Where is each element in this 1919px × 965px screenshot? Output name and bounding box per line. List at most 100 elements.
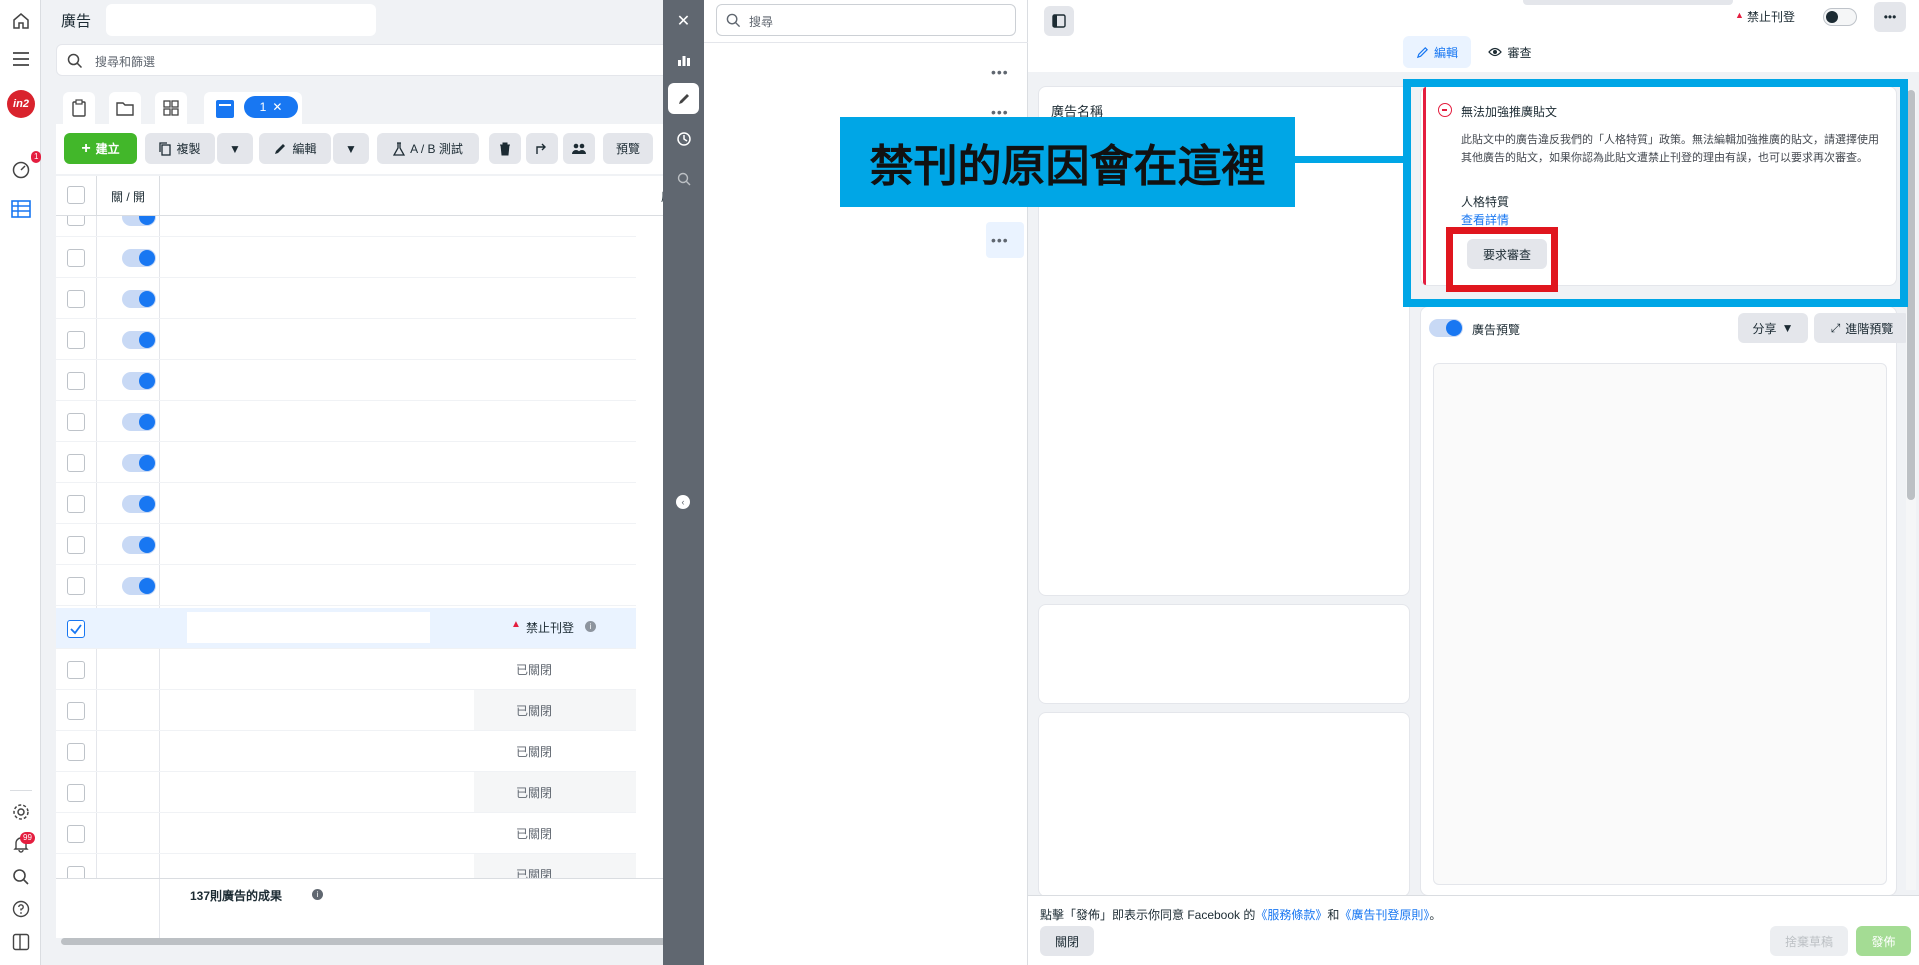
more-options-icon[interactable]: ••• — [991, 232, 1009, 248]
ad-toggle[interactable] — [122, 577, 156, 595]
help-icon[interactable] — [10, 898, 32, 920]
row-checkbox[interactable] — [67, 661, 85, 679]
collapse-panel-button[interactable]: ‹ — [673, 492, 693, 512]
ab-test-button[interactable]: A / B 測試 — [377, 133, 479, 164]
audience-button[interactable] — [563, 133, 595, 164]
row-checkbox[interactable] — [67, 413, 85, 431]
terms-of-service-link[interactable]: 《服務條款》 — [1255, 908, 1327, 922]
create-button[interactable]: + 建立 — [64, 133, 137, 164]
close-button[interactable]: 關閉 — [1040, 926, 1094, 956]
ad-toggle[interactable] — [122, 495, 156, 513]
ad-toggle[interactable] — [122, 413, 156, 431]
select-all-checkbox[interactable] — [67, 186, 85, 204]
ad-policies-link[interactable]: 《廣告刊登原則》 — [1339, 908, 1429, 922]
row-checkbox[interactable] — [67, 331, 85, 349]
horizontal-scrollbar[interactable] — [61, 938, 663, 945]
search-zoom-icon[interactable] — [668, 163, 699, 194]
search-icon[interactable] — [10, 866, 32, 888]
row-checkbox[interactable] — [67, 536, 85, 554]
account-selector[interactable] — [106, 4, 376, 36]
more-actions-button[interactable]: ••• — [1874, 2, 1906, 32]
menu-icon[interactable] — [10, 48, 32, 70]
home-icon[interactable] — [10, 10, 32, 32]
table-row[interactable] — [56, 278, 636, 319]
ad-name-cell[interactable] — [187, 612, 430, 643]
row-checkbox[interactable] — [67, 577, 85, 595]
table-row[interactable] — [56, 442, 636, 483]
table-row[interactable] — [56, 483, 636, 524]
toggle-sidebar-button[interactable] — [1044, 6, 1074, 36]
tree-search-input[interactable]: 搜尋 — [716, 4, 1016, 36]
preview-button[interactable]: 預覽 — [603, 133, 653, 164]
ad-toggle[interactable] — [122, 454, 156, 472]
info-icon[interactable]: i — [312, 889, 323, 900]
ad-toggle[interactable] — [122, 372, 156, 390]
info-icon[interactable]: i — [585, 621, 596, 632]
side-panel-icon[interactable] — [10, 931, 32, 953]
trash-icon — [500, 142, 510, 155]
row-checkbox[interactable] — [67, 454, 85, 472]
edit-mode-button[interactable] — [668, 83, 699, 114]
tab-campaigns[interactable] — [109, 92, 141, 124]
row-checkbox[interactable] — [67, 372, 85, 390]
close-editor-button[interactable]: ✕ — [668, 5, 699, 36]
account-avatar[interactable]: in2 — [7, 90, 35, 118]
clock-icon[interactable] — [668, 123, 699, 154]
table-row[interactable]: 已關閉 — [56, 854, 636, 878]
tab-ad-sets[interactable] — [155, 92, 187, 124]
delete-button[interactable] — [489, 133, 521, 164]
table-row[interactable] — [56, 360, 636, 401]
publish-button[interactable]: 發佈 — [1856, 926, 1911, 956]
row-checkbox[interactable] — [67, 495, 85, 513]
tab-review[interactable]: 審查 — [1478, 36, 1542, 68]
ad-toggle[interactable] — [122, 290, 156, 308]
row-checkbox[interactable] — [67, 825, 85, 843]
table-row[interactable]: 已關閉 — [56, 731, 636, 772]
clear-selection-icon[interactable]: ✕ — [272, 100, 282, 114]
row-checkbox-checked[interactable] — [67, 620, 85, 638]
search-filter-bar[interactable]: 搜尋和篩選 — [56, 44, 663, 76]
table-row[interactable] — [56, 237, 636, 278]
table-row[interactable] — [56, 216, 636, 237]
ad-on-off-toggle[interactable] — [1823, 8, 1857, 26]
row-checkbox[interactable] — [67, 784, 85, 802]
edit-dropdown[interactable]: ▼ — [333, 133, 369, 164]
table-row[interactable]: 已關閉 — [56, 772, 636, 813]
discard-draft-button[interactable]: 捨棄草稿 — [1770, 926, 1848, 956]
ad-toggle[interactable] — [122, 249, 156, 267]
row-checkbox[interactable] — [67, 866, 85, 878]
export-button[interactable] — [526, 133, 558, 164]
table-row[interactable] — [56, 565, 636, 606]
table-row[interactable] — [56, 524, 636, 565]
row-checkbox[interactable] — [67, 216, 85, 226]
table-row[interactable]: 已關閉 — [56, 813, 636, 854]
table-row[interactable]: 已關閉 — [56, 649, 636, 690]
advanced-preview-button[interactable]: ⤢ 進階預覽 — [1814, 313, 1910, 343]
duplicate-button[interactable]: 複製 — [145, 133, 215, 164]
row-checkbox[interactable] — [67, 249, 85, 267]
preview-toggle[interactable] — [1429, 319, 1463, 337]
tab-edit[interactable]: 編輯 — [1403, 36, 1471, 68]
edit-button[interactable]: 編輯 — [259, 133, 331, 164]
dashboard-icon[interactable] — [10, 158, 32, 180]
settings-icon[interactable] — [10, 801, 32, 823]
tab-account-overview[interactable] — [63, 92, 95, 124]
ad-toggle[interactable] — [122, 216, 156, 226]
table-row[interactable]: 已關閉 — [56, 690, 636, 731]
ads-manager-table-icon[interactable] — [10, 198, 32, 220]
ad-toggle[interactable] — [122, 331, 156, 349]
table-row[interactable] — [56, 401, 636, 442]
table-row[interactable] — [56, 319, 636, 360]
table-row-selected[interactable]: ▲ 禁止刊登 i — [56, 608, 636, 649]
selected-count-chip[interactable]: 1 ✕ — [244, 96, 298, 118]
bar-chart-icon[interactable] — [668, 44, 699, 75]
row-checkbox[interactable] — [67, 702, 85, 720]
duplicate-dropdown[interactable]: ▼ — [217, 133, 253, 164]
row-checkbox[interactable] — [67, 743, 85, 761]
ad-toggle[interactable] — [122, 536, 156, 554]
row-checkbox[interactable] — [67, 290, 85, 308]
tree-item-selected[interactable]: ••• — [986, 222, 1024, 258]
more-options-icon[interactable]: ••• — [991, 64, 1009, 80]
share-button[interactable]: 分享 ▼ — [1738, 313, 1808, 343]
publish-label: 發佈 — [1871, 934, 1896, 949]
